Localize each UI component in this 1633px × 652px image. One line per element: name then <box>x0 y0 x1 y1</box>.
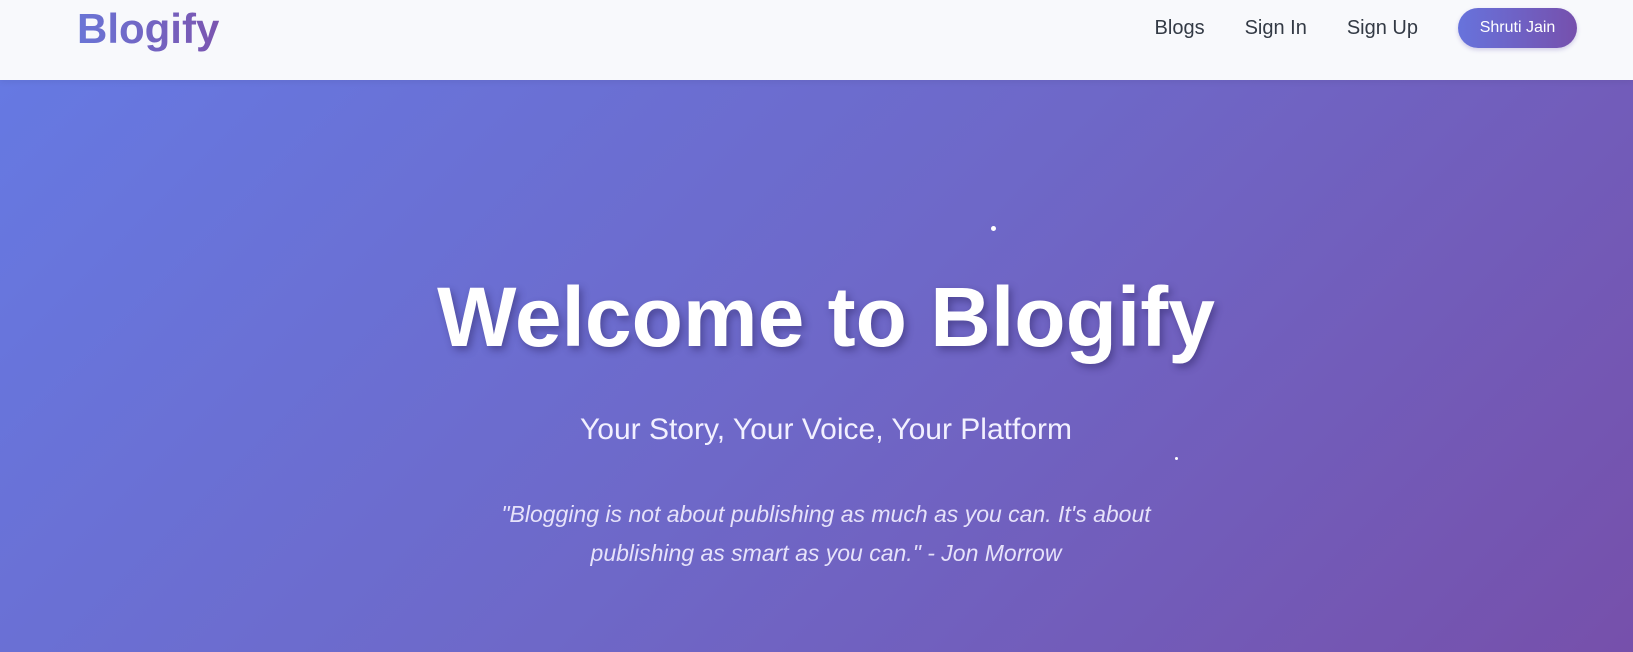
hero-quote: "Blogging is not about publishing as muc… <box>501 501 1151 566</box>
nav-link-blogs[interactable]: Blogs <box>1155 17 1205 40</box>
nav-link-sign-up[interactable]: Sign Up <box>1347 17 1418 40</box>
nav-links: Blogs Sign In Sign Up Shruti Jain <box>1155 0 1633 56</box>
nav-link-sign-in[interactable]: Sign In <box>1245 17 1307 40</box>
sparkle-dot <box>1175 457 1178 460</box>
hero-section: Welcome to Blogify Your Story, Your Voic… <box>0 80 1633 652</box>
logo[interactable]: Blogify <box>77 4 219 54</box>
navbar: Blogify Blogs Sign In Sign Up Shruti Jai… <box>0 0 1633 80</box>
sparkle-dot <box>991 226 996 231</box>
hero-title: Welcome to Blogify <box>437 270 1215 364</box>
hero-subtitle: Your Story, Your Voice, Your Platform <box>580 413 1072 446</box>
user-profile-button[interactable]: Shruti Jain <box>1458 8 1577 48</box>
